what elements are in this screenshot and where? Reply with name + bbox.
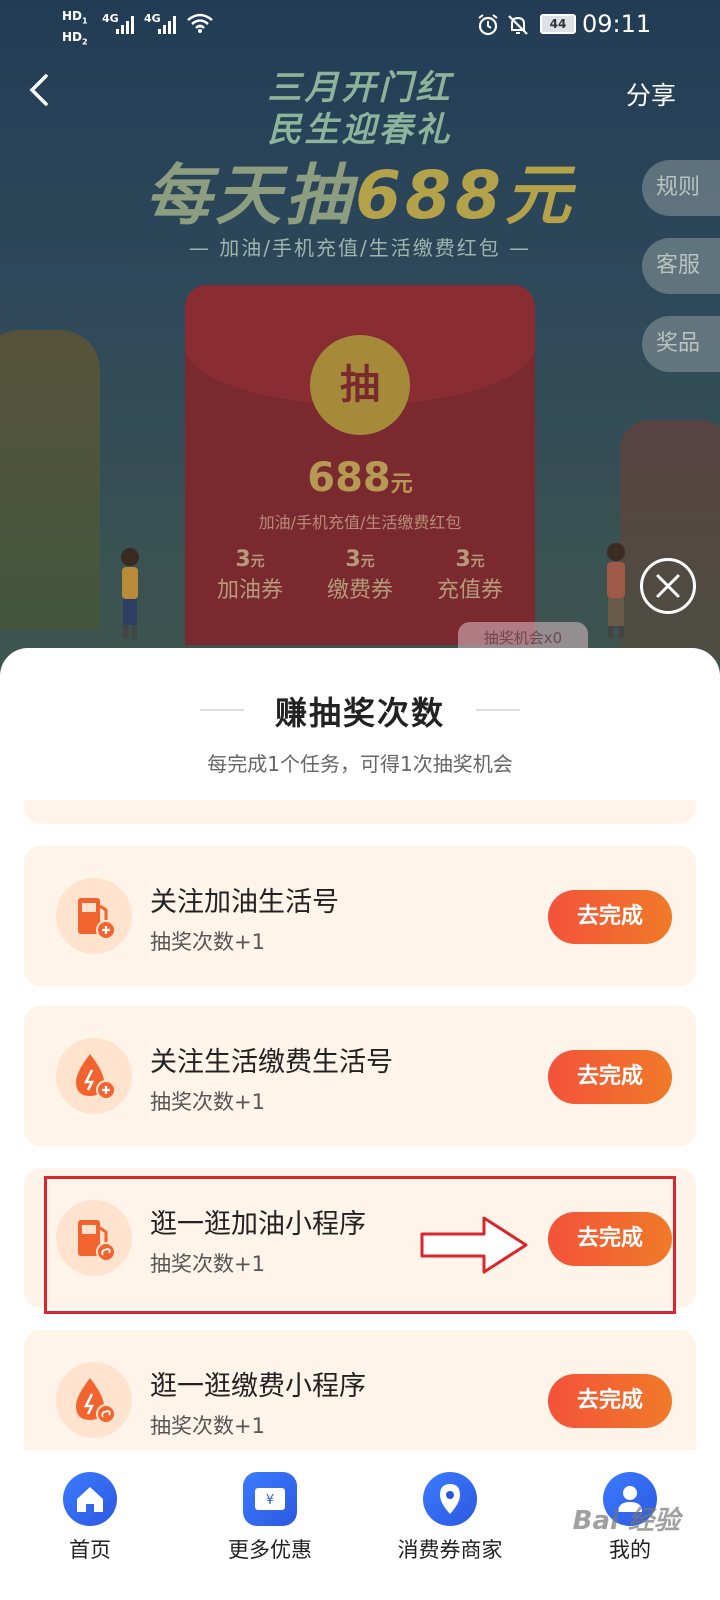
home-icon [63, 1472, 117, 1526]
task-card: 逛一逛缴费小程序 抽奖次数+1 去完成 [24, 1330, 696, 1468]
promo-tagline: — 加油/手机充值/生活缴费红包 — [188, 236, 532, 260]
voucher-list: 3元 加油券 3元 缴费券 3元 充值券 [195, 547, 525, 604]
go-complete-button[interactable]: 去完成 [548, 1050, 672, 1104]
voucher-fuel: 3元 加油券 [216, 547, 283, 603]
draw-coin[interactable]: 抽 [310, 335, 410, 435]
task-name: 关注加油生活号 [150, 887, 339, 918]
task-name: 逛一逛缴费小程序 [150, 1371, 366, 1402]
wifi-icon [187, 13, 213, 33]
back-button[interactable] [24, 70, 64, 114]
nav-label: 更多优惠 [228, 1538, 312, 1562]
nav-label: 消费券商家 [397, 1538, 503, 1562]
close-icon [656, 574, 680, 598]
back-arrow-icon [29, 74, 48, 106]
battery-icon: 44 [540, 14, 576, 34]
sheet-subtitle: 每完成1个任务，可得1次抽奖机会 [207, 752, 513, 776]
water-drop-plus-icon [56, 1038, 132, 1114]
promo-headline: 每天抽688元 [145, 157, 575, 234]
highlight-annotation-box [44, 1176, 676, 1314]
signal-icon [116, 14, 134, 34]
nav-item-home[interactable]: 首页 [5, 1450, 175, 1600]
nav-label: 首页 [69, 1538, 111, 1562]
nav-item-voucher-merchants[interactable]: 消费券商家 [365, 1450, 535, 1600]
building-decoration [0, 330, 100, 630]
task-card: 关注加油生活号 抽奖次数+1 去完成 [24, 846, 696, 986]
go-complete-button[interactable]: 去完成 [548, 1374, 672, 1428]
hd-indicators: HD1 HD2 [62, 9, 88, 47]
task-reward: 抽奖次数+1 [150, 1090, 265, 1114]
arrow-right-annotation-icon [420, 1216, 528, 1274]
status-bar: HD1 HD2 4G 4G 44 09:11 [0, 0, 720, 52]
nav-item-more-offers[interactable]: ¥ 更多优惠 [185, 1450, 355, 1600]
voucher-bill: 3元 缴费券 [326, 547, 393, 603]
prizes-button[interactable]: 奖品 [642, 316, 720, 372]
coupon-icon: ¥ [243, 1472, 297, 1526]
task-reward: 抽奖次数+1 [150, 930, 265, 954]
sheet-title: 赚抽奖次数 [274, 694, 445, 732]
fuel-pump-plus-icon [56, 878, 132, 954]
task-reward: 抽奖次数+1 [150, 1414, 265, 1438]
woman-figure-illustration [121, 548, 139, 639]
nav-label: 我的 [609, 1538, 651, 1562]
water-drop-link-icon [56, 1362, 132, 1438]
share-button[interactable]: 分享 [626, 76, 676, 112]
go-complete-button[interactable]: 去完成 [548, 890, 672, 944]
prize-description: 加油/手机充值/生活缴费红包 [258, 513, 462, 532]
red-packet[interactable]: 抽 688元 加油/手机充值/生活缴费红包 3元 加油券 3元 缴费券 3元 充… [185, 285, 535, 645]
close-button[interactable] [640, 558, 696, 614]
voucher-topup: 3元 充值券 [436, 547, 503, 603]
signal-icon [158, 14, 176, 34]
task-name: 关注生活缴费生活号 [150, 1047, 393, 1078]
mute-bell-icon [508, 15, 528, 35]
watermark-logo: Bai 经验 [572, 1506, 680, 1536]
svg-text:¥: ¥ [266, 1493, 274, 1508]
man-figure-illustration [607, 543, 625, 638]
rules-button[interactable]: 规则 [642, 160, 720, 216]
task-card-partial [24, 800, 696, 824]
clock: 09:11 [582, 10, 652, 38]
location-pin-icon [423, 1472, 477, 1526]
task-card: 关注生活缴费生活号 抽奖次数+1 去完成 [24, 1006, 696, 1146]
task-sheet: 赚抽奖次数 每完成1个任务，可得1次抽奖机会 关注加油生活号 抽奖次数+1 去完… [0, 648, 720, 1468]
alarm-icon [478, 14, 498, 36]
customer-service-button[interactable]: 客服 [642, 238, 720, 294]
prize-amount: 688元 [307, 455, 413, 501]
